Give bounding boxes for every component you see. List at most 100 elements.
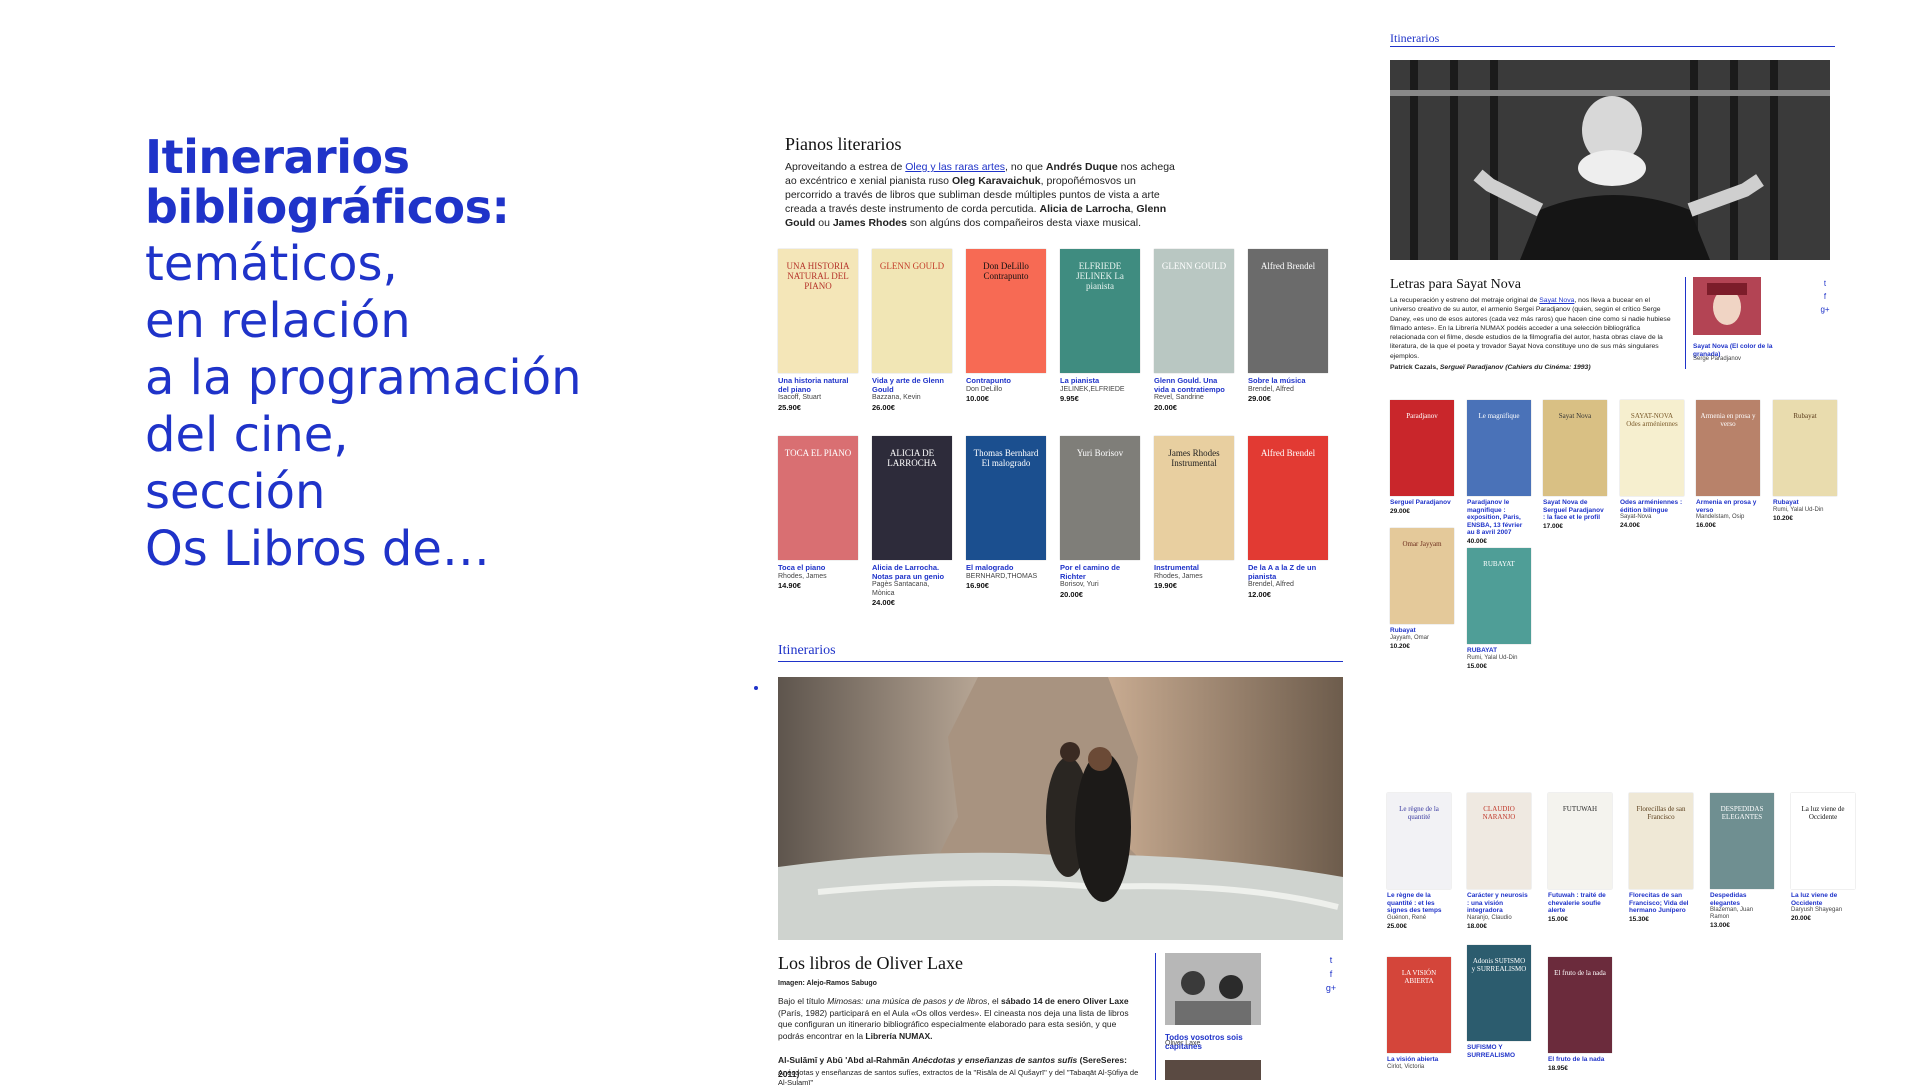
book-cover[interactable]: Le règne de la quantité [1387, 793, 1451, 889]
book-item[interactable]: FUTUWAH Futuwah : traité de chevalerie so… [1548, 793, 1612, 924]
book-cover[interactable]: ALICIA DE LARROCHA [872, 436, 952, 560]
twitter-icon[interactable]: t [1324, 953, 1338, 967]
book-title[interactable]: Rubayat [1773, 499, 1837, 507]
book-item[interactable]: GLENN GOULD Glenn Gould. Una vida a contr… [1154, 249, 1234, 413]
book-cover[interactable]: El fruto de la nada [1548, 957, 1612, 1053]
book-item[interactable]: RUBAYAT RUBAYAT Rumi, Yalal Ud-Din 15.00€ [1467, 548, 1531, 671]
facebook-icon[interactable]: f [1818, 290, 1832, 303]
book-item[interactable]: DESPEDIDAS ELEGANTES Despedidas elegantes… [1710, 793, 1774, 930]
book-title[interactable]: Sobre la música [1248, 376, 1328, 386]
book-title[interactable]: Paradjanov le magnifique : exposition, P… [1467, 499, 1531, 537]
book-cover[interactable]: Paradjanov [1390, 400, 1454, 496]
sayat-film-link[interactable]: Sayat Nova [1539, 297, 1574, 304]
book-title[interactable]: Por el camino de Richter [1060, 563, 1140, 581]
book-cover[interactable]: Alfred Brendel [1248, 436, 1328, 560]
book-cover[interactable]: La luz viene de Occidente [1791, 793, 1855, 889]
book-title[interactable]: De la A a la Z de un pianista [1248, 563, 1328, 581]
book-title[interactable]: Le règne de la quantité : et les signes … [1387, 892, 1451, 915]
book-item[interactable]: Thomas Bernhard El malogrado El malogrado… [966, 436, 1046, 591]
book-title[interactable]: SUFISMO Y SURREALISMO [1467, 1044, 1531, 1059]
book-item[interactable]: ALICIA DE LARROCHA Alicia de Larrocha. No… [872, 436, 952, 608]
book-item[interactable]: Paradjanov Sergueï Paradjanov 29.00€ [1390, 400, 1454, 516]
book-title[interactable]: Toca el piano [778, 563, 858, 573]
googleplus-icon[interactable]: g+ [1818, 303, 1832, 316]
twitter-icon[interactable]: t [1818, 277, 1832, 290]
book-cover[interactable]: Adonis SUFISMO y SURREALISMO [1467, 945, 1531, 1041]
book-cover[interactable]: Omar Jayyam [1390, 528, 1454, 624]
book-title[interactable]: La luz viene de Occidente [1791, 892, 1855, 907]
book-cover[interactable]: Florecillas de san Francisco [1629, 793, 1693, 889]
book-item[interactable]: Adonis SUFISMO y SURREALISMO SUFISMO Y SU… [1467, 945, 1531, 1059]
book-title[interactable]: Vida y arte de Glenn Gould [872, 376, 952, 394]
book-title[interactable]: RUBAYAT [1467, 647, 1531, 655]
book-item[interactable]: ELFRIEDE JELINEK La pianista La pianista J… [1060, 249, 1140, 404]
sayat-side-image[interactable] [1693, 277, 1761, 335]
book-item[interactable]: Armenia en prosa y verso Armenia en prosa… [1696, 400, 1760, 530]
book-item[interactable]: La luz viene de Occidente La luz viene de… [1791, 793, 1855, 923]
book-cover[interactable]: Don DeLillo Contrapunto [966, 249, 1046, 373]
book-item[interactable]: GLENN GOULD Vida y arte de Glenn Gould Baz… [872, 249, 952, 413]
book-item[interactable]: James Rhodes Instrumental Instrumental Rho… [1154, 436, 1234, 591]
book-item[interactable]: SAYAT-NOVA Odes arméniennes Odes arménien… [1620, 400, 1684, 530]
book-cover[interactable]: LA VISIÓN ABIERTA [1387, 957, 1451, 1053]
book-item[interactable]: Omar Jayyam Rubayat Jayyam, Omar 10.20€ [1390, 528, 1454, 651]
book-cover[interactable]: SAYAT-NOVA Odes arméniennes [1620, 400, 1684, 496]
book-title[interactable]: Despedidas elegantes [1710, 892, 1774, 907]
book-item[interactable]: Alfred Brendel De la A a la Z de un piani… [1248, 436, 1328, 600]
book-item[interactable]: Yuri Borisov Por el camino de Richter Bori… [1060, 436, 1140, 600]
book-title[interactable]: Instrumental [1154, 563, 1234, 573]
book-cover[interactable]: Sayat Nova [1543, 400, 1607, 496]
book-cover[interactable]: TOCA EL PIANO [778, 436, 858, 560]
book-title[interactable]: Una historia natural del piano [778, 376, 858, 394]
book-cover[interactable]: DESPEDIDAS ELEGANTES [1710, 793, 1774, 889]
itinerarios-label-right[interactable]: Itinerarios [1390, 31, 1439, 46]
book-cover[interactable]: Rubayat [1773, 400, 1837, 496]
book-title[interactable]: Armenia en prosa y verso [1696, 499, 1760, 514]
book-cover[interactable]: James Rhodes Instrumental [1154, 436, 1234, 560]
book-cover[interactable]: GLENN GOULD [872, 249, 952, 373]
book-item[interactable]: Florecillas de san Francisco Florecitas d… [1629, 793, 1693, 924]
book-item[interactable]: CLAUDIO NARANJO Carácter y neurosis : una… [1467, 793, 1531, 931]
oliver-side-image-2[interactable] [1165, 1060, 1261, 1080]
itinerarios-label-left[interactable]: Itinerarios [778, 643, 836, 659]
book-title[interactable]: Odes arméniennes : édition bilingue [1620, 499, 1684, 514]
book-cover[interactable]: Armenia en prosa y verso [1696, 400, 1760, 496]
book-item[interactable]: El fruto de la nada El fruto de la nada 18… [1548, 957, 1612, 1073]
book-item[interactable]: UNA HISTORIA NATURAL DEL PIANO Una histor… [778, 249, 858, 413]
googleplus-icon[interactable]: g+ [1324, 981, 1338, 995]
facebook-icon[interactable]: f [1324, 967, 1338, 981]
book-title[interactable]: Alicia de Larrocha. Notas para un genio [872, 563, 952, 581]
book-cover[interactable]: Le magnifique [1467, 400, 1531, 496]
book-cover[interactable]: GLENN GOULD [1154, 249, 1234, 373]
book-item[interactable]: Le magnifique Paradjanov le magnifique : … [1467, 400, 1531, 546]
book-title[interactable]: Glenn Gould. Una vida a contratiempo [1154, 376, 1234, 394]
book-item[interactable]: Alfred Brendel Sobre la música Brendel, Al… [1248, 249, 1328, 404]
oliver-side-image[interactable] [1165, 953, 1261, 1025]
book-title[interactable]: Rubayat [1390, 627, 1454, 635]
book-title[interactable]: El fruto de la nada [1548, 1056, 1612, 1064]
book-cover[interactable]: Thomas Bernhard El malogrado [966, 436, 1046, 560]
pianos-film-link[interactable]: Oleg y las raras artes [905, 161, 1005, 173]
book-title[interactable]: Contrapunto [966, 376, 1046, 386]
book-item[interactable]: Sayat Nova Sayat Nova de Sergueï Paradjan… [1543, 400, 1607, 531]
book-cover[interactable]: Alfred Brendel [1248, 249, 1328, 373]
book-title[interactable]: Futuwah : traité de chevalerie soufie al… [1548, 892, 1612, 915]
book-item[interactable]: LA VISIÓN ABIERTA La visión abierta Cirlot… [1387, 957, 1451, 1071]
book-item[interactable]: TOCA EL PIANO Toca el piano Rhodes, James 1… [778, 436, 858, 591]
book-title[interactable]: La visión abierta [1387, 1056, 1451, 1064]
book-title[interactable]: Florecitas de san Francisco; Vida del he… [1629, 892, 1693, 915]
book-item[interactable]: Le règne de la quantité Le règne de la qu… [1387, 793, 1451, 931]
book-title[interactable]: La pianista [1060, 376, 1140, 386]
book-title[interactable]: Carácter y neurosis : una visión integra… [1467, 892, 1531, 915]
book-title[interactable]: Sayat Nova de Sergueï Paradjanov : la fa… [1543, 499, 1607, 522]
book-cover[interactable]: Yuri Borisov [1060, 436, 1140, 560]
book-cover[interactable]: FUTUWAH [1548, 793, 1612, 889]
book-cover[interactable]: CLAUDIO NARANJO [1467, 793, 1531, 889]
book-cover[interactable]: RUBAYAT [1467, 548, 1531, 644]
book-item[interactable]: Don DeLillo Contrapunto Contrapunto Don De… [966, 249, 1046, 404]
book-title[interactable]: El malogrado [966, 563, 1046, 573]
book-cover[interactable]: ELFRIEDE JELINEK La pianista [1060, 249, 1140, 373]
book-cover[interactable]: UNA HISTORIA NATURAL DEL PIANO [778, 249, 858, 373]
book-title[interactable]: Sergueï Paradjanov [1390, 499, 1454, 507]
book-item[interactable]: Rubayat Rubayat Rumi, Yalal Ud-Din 10.20€ [1773, 400, 1837, 523]
